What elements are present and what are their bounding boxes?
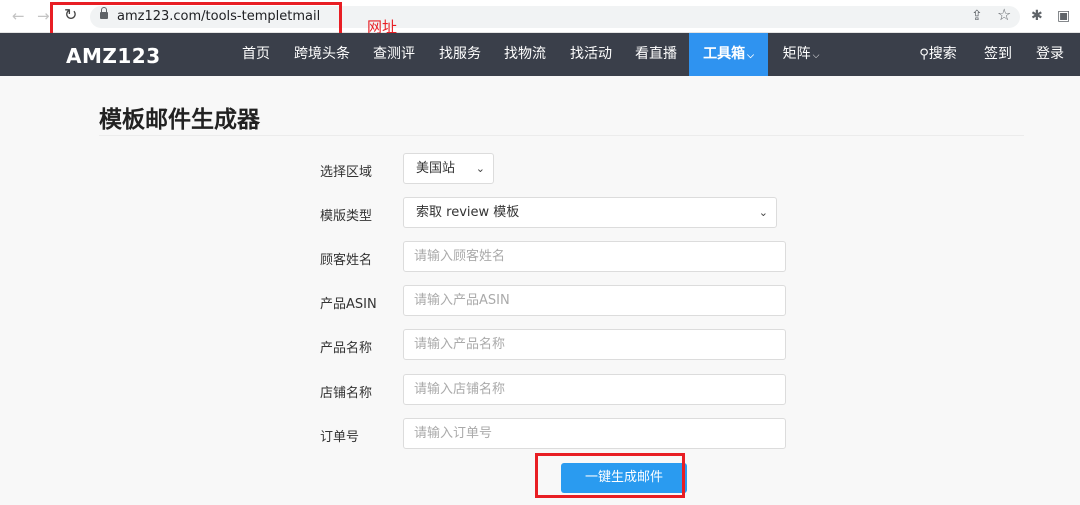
nav-live[interactable]: 看直播 — [634, 33, 678, 76]
order-number-input[interactable]: 请输入订单号 — [403, 418, 786, 449]
nav-search-label: 搜索 — [928, 46, 957, 62]
nav-news[interactable]: 跨境头条 — [293, 33, 351, 76]
search-icon: ⚲ — [919, 47, 929, 62]
site-navbar: AMZ123 首页 跨境头条 查测评 找服务 找物流 找活动 看直播 工具箱 ⌵ … — [0, 33, 1080, 76]
chevron-down-icon: ⌵ — [812, 51, 820, 61]
nav-events[interactable]: 找活动 — [569, 33, 613, 76]
forward-icon[interactable]: → — [37, 8, 50, 24]
nav-services[interactable]: 找服务 — [438, 33, 482, 76]
customer-name-placeholder: 请输入顾客姓名 — [414, 249, 506, 264]
chevron-down-icon: ⌄ — [758, 206, 768, 219]
store-name-input[interactable]: 请输入店铺名称 — [403, 374, 786, 405]
extensions-icon[interactable]: ✱ — [1031, 8, 1043, 24]
product-name-label: 产品名称 — [320, 341, 373, 356]
template-type-select[interactable]: 索取 review 模板 ⌄ — [403, 197, 777, 228]
region-select[interactable]: 美国站 ⌄ — [403, 153, 494, 184]
asin-input[interactable]: 请输入产品ASIN — [403, 285, 786, 316]
product-name-input[interactable]: 请输入产品名称 — [403, 329, 786, 360]
chevron-down-icon: ⌵ — [747, 51, 754, 61]
nav-checkin[interactable]: 签到 — [983, 33, 1013, 76]
customer-name-input[interactable]: 请输入顾客姓名 — [403, 241, 786, 272]
region-select-value: 美国站 — [416, 161, 456, 176]
store-name-placeholder: 请输入店铺名称 — [414, 382, 506, 397]
back-icon[interactable]: ← — [12, 8, 25, 24]
nav-toolbox[interactable]: 工具箱 ⌵ — [689, 33, 768, 76]
asin-label: 产品ASIN — [320, 297, 377, 312]
template-type-value: 索取 review 模板 — [416, 205, 520, 220]
bookmark-star-icon[interactable]: ☆ — [997, 7, 1011, 23]
asin-placeholder: 请输入产品ASIN — [414, 293, 510, 308]
nav-login[interactable]: 登录 — [1035, 33, 1065, 76]
nav-toolbox-label: 工具箱 — [703, 46, 746, 62]
nav-search[interactable]: ⚲搜索 — [914, 33, 962, 76]
side-panel-icon[interactable]: ▣ — [1057, 8, 1070, 24]
store-name-label: 店铺名称 — [320, 386, 373, 401]
button-highlight-box — [535, 453, 685, 498]
nav-reviews[interactable]: 查测评 — [372, 33, 416, 76]
customer-name-label: 顾客姓名 — [320, 253, 373, 268]
share-icon[interactable]: ⇪ — [971, 8, 983, 24]
template-type-label: 模版类型 — [320, 209, 373, 224]
nav-logistics[interactable]: 找物流 — [503, 33, 547, 76]
nav-home[interactable]: 首页 — [241, 33, 271, 76]
nav-matrix-label: 矩阵 — [782, 46, 811, 62]
site-logo[interactable]: AMZ123 — [66, 44, 161, 68]
region-label: 选择区域 — [320, 165, 373, 180]
chevron-down-icon: ⌄ — [475, 162, 485, 175]
nav-matrix[interactable]: 矩阵 ⌵ — [779, 33, 823, 76]
page-title: 模板邮件生成器 — [99, 107, 260, 133]
order-number-label: 订单号 — [320, 430, 360, 445]
order-number-placeholder: 请输入订单号 — [414, 426, 493, 441]
product-name-placeholder: 请输入产品名称 — [414, 337, 506, 352]
title-divider — [99, 135, 1024, 136]
